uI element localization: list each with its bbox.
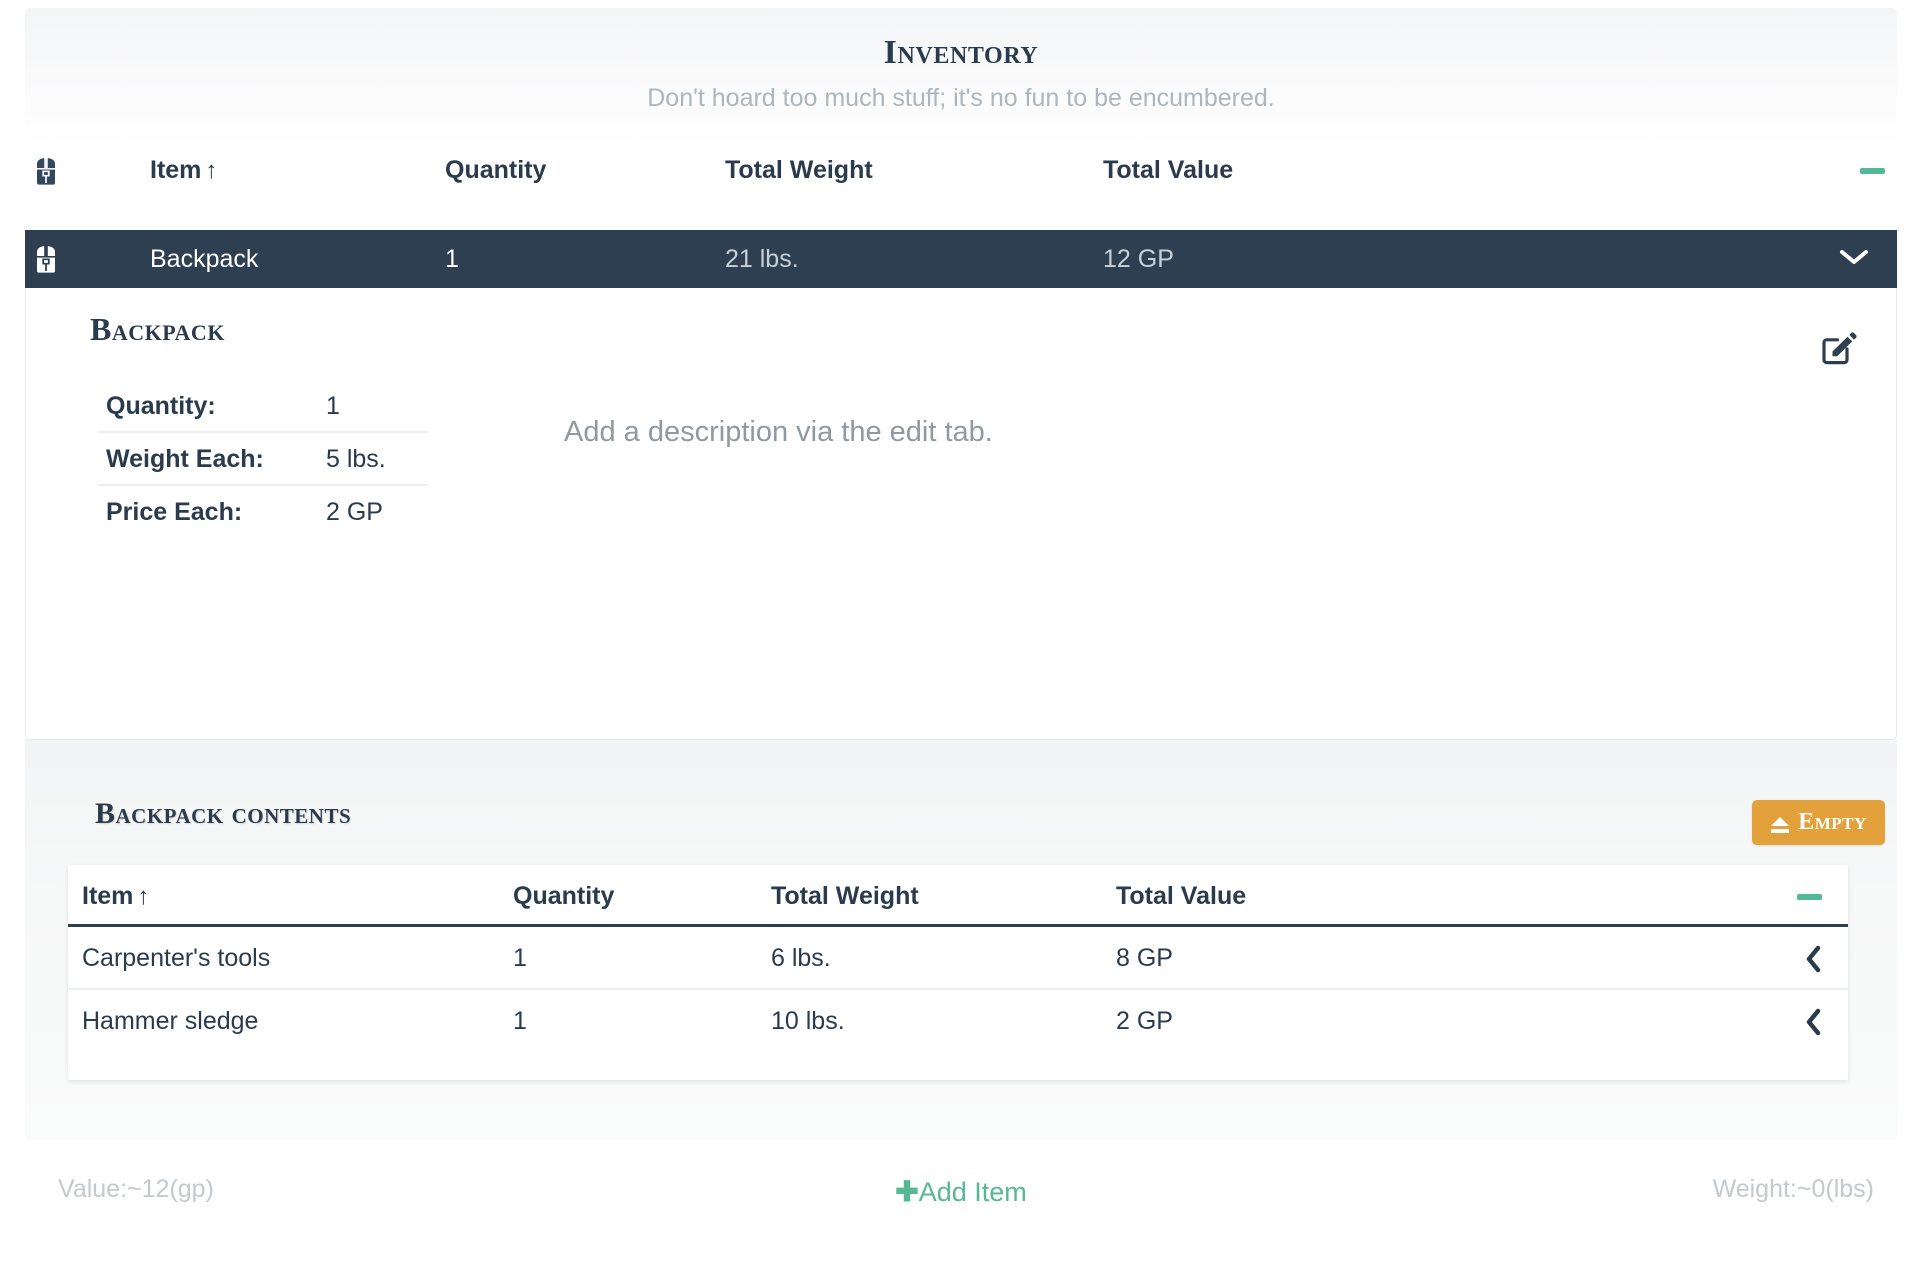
contents-column-header-item[interactable]: Item ↑ xyxy=(82,865,149,927)
page-header: Inventory Don't hoard too much stuff; it… xyxy=(25,8,1897,148)
column-header-total-weight[interactable]: Total Weight xyxy=(725,148,1095,193)
chevron-left-icon[interactable] xyxy=(1804,927,1822,990)
attribute-label: Weight Each: xyxy=(106,445,264,473)
attribute-value: 2 GP xyxy=(326,498,383,526)
edit-pencil-icon[interactable] xyxy=(1818,328,1858,368)
row-quantity: 1 xyxy=(513,944,527,972)
column-header-item-label: Item xyxy=(150,156,202,184)
row-total-value: 12 GP xyxy=(1103,245,1174,273)
detail-title: Backpack xyxy=(90,311,225,347)
contents-collapse-all-button[interactable] xyxy=(1797,865,1822,927)
table-row[interactable]: Carpenter's tools 1 6 lbs. 8 GP xyxy=(68,927,1848,990)
column-header-item[interactable]: Item ↑ xyxy=(150,148,450,193)
row-item-name: Backpack xyxy=(150,245,259,273)
attribute-row: Quantity: 1 xyxy=(98,380,428,433)
attribute-value: 1 xyxy=(326,392,340,420)
page-subtitle: Don't hoard too much stuff; it's no fun … xyxy=(647,84,1275,112)
backpack-icon xyxy=(35,157,57,185)
attribute-label: Quantity: xyxy=(106,392,216,420)
attribute-value: 5 lbs. xyxy=(326,445,386,473)
inventory-page: Inventory Don't hoard too much stuff; it… xyxy=(0,0,1922,1268)
row-total-weight: 6 lbs. xyxy=(771,944,831,972)
row-total-weight: 10 lbs. xyxy=(771,1007,845,1035)
row-quantity: 1 xyxy=(445,245,459,273)
chevron-down-icon[interactable] xyxy=(1839,230,1869,288)
row-total-value: 2 GP xyxy=(1116,1007,1173,1035)
attribute-row: Price Each: 2 GP xyxy=(98,486,428,539)
sort-ascending-icon[interactable]: ↑ xyxy=(205,157,217,184)
table-row[interactable]: Hammer sledge 1 10 lbs. 2 GP xyxy=(68,990,1848,1053)
minus-icon[interactable] xyxy=(1797,894,1822,901)
chevron-left-icon[interactable] xyxy=(1804,990,1822,1053)
item-detail-panel: Backpack Quantity: 1 Weight Each: 5 lbs.… xyxy=(25,288,1897,740)
total-weight-label: Weight:~0(lbs) xyxy=(1712,1175,1874,1203)
row-item-name: Hammer sledge xyxy=(82,1007,259,1035)
collapse-all-button[interactable] xyxy=(1815,148,1885,193)
page-footer: Value:~12(gp) ✚Add Item Weight:~0(lbs) xyxy=(0,1175,1922,1245)
contents-column-header-total-value[interactable]: Total Value xyxy=(1116,865,1246,927)
minus-icon[interactable] xyxy=(1860,168,1885,175)
description-placeholder: Add a description via the edit tab. xyxy=(564,416,993,448)
contents-column-header-quantity[interactable]: Quantity xyxy=(513,865,614,927)
add-item-button[interactable]: ✚Add Item xyxy=(0,1175,1922,1208)
backpack-icon xyxy=(35,245,57,273)
item-attributes-table: Quantity: 1 Weight Each: 5 lbs. Price Ea… xyxy=(98,380,428,539)
contents-column-header-item-label: Item xyxy=(82,882,134,910)
add-item-label: Add Item xyxy=(918,1177,1027,1207)
contents-title: Backpack contents xyxy=(95,797,352,830)
sort-ascending-icon[interactable]: ↑ xyxy=(137,883,149,910)
inventory-table-header: Item ↑ Quantity Total Weight Total Value xyxy=(25,148,1897,193)
table-row[interactable]: Backpack 1 21 lbs. 12 GP xyxy=(25,230,1897,288)
page-title: Inventory xyxy=(883,34,1039,71)
eject-icon xyxy=(1770,814,1790,833)
row-total-weight: 21 lbs. xyxy=(725,245,799,273)
contents-table-header: Item ↑ Quantity Total Weight Total Value xyxy=(68,865,1848,927)
empty-container-button[interactable]: Empty xyxy=(1752,800,1885,845)
column-header-total-value[interactable]: Total Value xyxy=(1103,148,1523,193)
row-total-value: 8 GP xyxy=(1116,944,1173,972)
empty-button-label: Empty xyxy=(1798,809,1867,835)
row-quantity: 1 xyxy=(513,1007,527,1035)
attribute-label: Price Each: xyxy=(106,498,243,526)
contents-column-header-total-weight[interactable]: Total Weight xyxy=(771,865,919,927)
column-header-quantity[interactable]: Quantity xyxy=(445,148,725,193)
column-header-icon xyxy=(35,148,145,193)
attribute-row: Weight Each: 5 lbs. xyxy=(98,433,428,486)
plus-icon: ✚ xyxy=(895,1176,919,1207)
row-item-name: Carpenter's tools xyxy=(82,944,271,972)
row-icon xyxy=(35,230,145,288)
contents-table: Item ↑ Quantity Total Weight Total Value … xyxy=(68,865,1848,1080)
